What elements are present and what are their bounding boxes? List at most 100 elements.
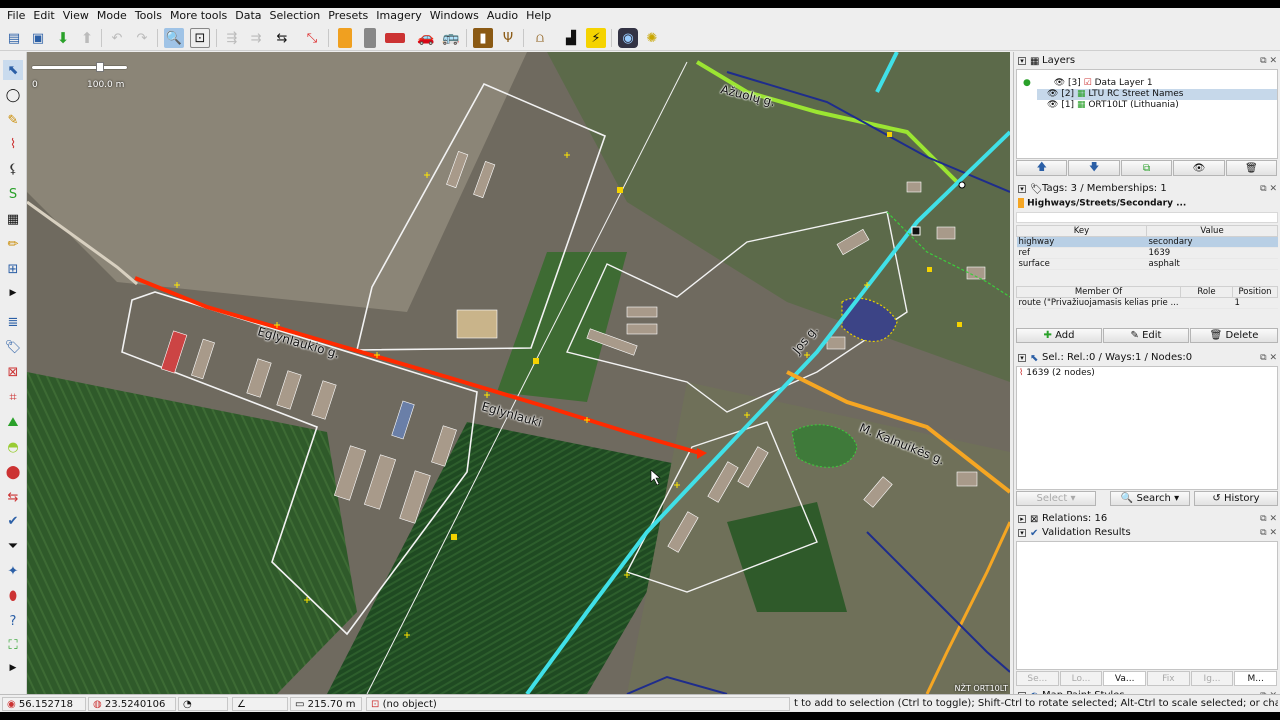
select-button[interactable]: Select ▾ (1016, 491, 1096, 506)
menu-imagery[interactable]: Imagery (372, 8, 425, 24)
visibility-icon[interactable]: 👁 (1047, 100, 1058, 110)
visibility-icon[interactable]: 👁 (1054, 78, 1065, 88)
collapse-icon[interactable]: ▾ (1018, 185, 1026, 193)
menu-view[interactable]: View (59, 8, 93, 24)
preset-car-icon[interactable]: 🚗 (416, 28, 436, 48)
selection-list-icon[interactable]: ⌗ (3, 387, 23, 407)
key-header[interactable]: Key (1016, 225, 1147, 237)
member-position[interactable]: 1 (1232, 297, 1278, 309)
panel-controls-icon[interactable]: ⧉ ✕ (1260, 182, 1277, 196)
menu-file[interactable]: File (3, 8, 29, 24)
menu-tools[interactable]: Tools (131, 8, 166, 24)
reverse-way-icon[interactable]: ⇆ (272, 28, 292, 48)
menu-data[interactable]: Data (231, 8, 265, 24)
lasso-mode-icon[interactable]: ◯ (3, 85, 23, 105)
collapse-icon[interactable]: ▾ (1018, 529, 1026, 537)
layer-row-street-names[interactable]: 👁 [2] ▦ LTU RC Street Names (1037, 89, 1277, 100)
move-up-icon[interactable]: 🡅 (1016, 160, 1068, 176)
panel-controls-icon[interactable]: ⧉ ✕ (1260, 526, 1277, 540)
menu-help[interactable]: Help (522, 8, 555, 24)
panel-controls-icon[interactable]: ⧉ ✕ (1260, 351, 1277, 365)
member-of[interactable]: route ("Privažiuojamasis kelias prie ... (1016, 297, 1181, 309)
more-panels-arrow-icon[interactable]: ▶ (3, 658, 23, 678)
tag-value[interactable]: secondary (1146, 236, 1278, 248)
preset-bus-icon[interactable]: 🚌 (441, 28, 461, 48)
membership-row[interactable]: route ("Privažiuojamasis kelias prie ...… (1016, 297, 1278, 309)
zoom-icon[interactable]: 🔍 (164, 28, 184, 48)
map-scale[interactable]: 0 100.0 m (32, 58, 132, 90)
lookup-button[interactable]: Lo... (1059, 671, 1103, 686)
tag-value[interactable]: asphalt (1146, 258, 1278, 270)
conflict-icon[interactable]: ⇆ (3, 487, 23, 507)
building-icon[interactable]: ▦ (3, 209, 23, 229)
tags-table[interactable]: Key Value highway secondary ref 1639 surfac… (1016, 225, 1278, 270)
tag-key[interactable]: surface (1016, 258, 1147, 270)
panel-controls-icon[interactable]: ⧉ ✕ (1260, 512, 1277, 526)
parallel-way-icon[interactable]: ⚸ (3, 159, 23, 179)
search-button[interactable]: 🔍 Search ▾ (1110, 491, 1190, 506)
member-role[interactable] (1180, 297, 1233, 309)
validation-results-list[interactable] (1016, 541, 1278, 670)
pencil-icon[interactable]: ✏ (3, 234, 23, 254)
layer-list[interactable]: ● 👁 [3] ☑ Data Layer 1 👁 [2] ▦ LTU RC St… (1016, 69, 1278, 159)
preset-industrial-icon[interactable]: ▟ (561, 28, 581, 48)
fix-button[interactable]: Fix (1147, 671, 1190, 686)
map-icon[interactable]: ⛰ (3, 412, 23, 432)
map-canvas[interactable] (27, 52, 1010, 694)
orthogonalize-icon[interactable]: ⤡ (302, 28, 322, 48)
selection-panel-title[interactable]: ▾ ⬉ Sel.: Rel.:0 / Ways:1 / Nodes:0 ⧉ ✕ (1014, 351, 1280, 365)
more-tools-arrow-icon[interactable]: ▶ (3, 283, 23, 303)
redo-icon[interactable]: ↷ (132, 28, 152, 48)
edit-tag-button[interactable]: ✎ Edit (1103, 328, 1189, 343)
menu-windows[interactable]: Windows (426, 8, 483, 24)
history-button[interactable]: ↺ History (1194, 491, 1278, 506)
split-way-icon[interactable]: ⇶ (222, 28, 242, 48)
select-mode-icon[interactable]: ⬉ (3, 60, 23, 80)
imagery-icon[interactable]: ◓ (3, 437, 23, 457)
preset-restaurant-icon[interactable]: Ψ (498, 28, 518, 48)
expand-icon[interactable]: ▸ (1018, 515, 1026, 523)
visibility-icon[interactable]: 👁 (1047, 89, 1058, 99)
tag-row[interactable]: surface asphalt (1016, 258, 1278, 270)
member-header[interactable]: Member Of (1016, 286, 1181, 298)
paint-filter-icon[interactable]: ⏷ (3, 536, 23, 556)
collapse-icon[interactable]: ▾ (1018, 354, 1026, 362)
ignore-button[interactable]: Ig... (1190, 671, 1234, 686)
layer-list-icon[interactable]: ≣ (3, 312, 23, 332)
add-tag-button[interactable]: ✚ Add (1016, 328, 1102, 343)
upload-icon[interactable]: ⬆ (77, 28, 97, 48)
zoom-slider-handle[interactable] (96, 62, 104, 72)
menu-presets[interactable]: Presets (324, 8, 372, 24)
move-down-icon[interactable]: 🡇 (1068, 160, 1120, 176)
relations-panel-title[interactable]: ▸ ⊠ Relations: 16 ⧉ ✕ (1014, 512, 1280, 526)
menu-audio[interactable]: Audio (483, 8, 522, 24)
menu-selection[interactable]: Selection (266, 8, 325, 24)
delete-tag-button[interactable]: 🗑 Delete (1190, 328, 1278, 343)
relation-icon[interactable]: ⊠ (3, 362, 23, 382)
map-view[interactable]: Ažuolų g. Eglynlaukio g. Eglynlauki M. K… (27, 52, 1010, 694)
tag-key[interactable]: ref (1016, 247, 1147, 259)
help-icon[interactable]: ? (3, 611, 23, 631)
membership-table[interactable]: Member Of Role Position route ("Privažiuoj… (1016, 286, 1278, 309)
role-header[interactable]: Role (1180, 286, 1233, 298)
preset-traffic-light-icon[interactable] (364, 28, 376, 48)
tag-value[interactable]: 1639 (1146, 247, 1278, 259)
download-icon[interactable]: ⬇ (53, 28, 73, 48)
merge-layer-icon[interactable]: ⧉ (1120, 160, 1173, 176)
layer-row-ortho[interactable]: 👁 [1] ▦ ORT10LT (Lithuania) (1047, 100, 1179, 111)
toggle-visibility-icon[interactable]: 👁 (1173, 160, 1225, 176)
more-button[interactable]: M... (1234, 671, 1278, 686)
selection-list[interactable]: ⌇ 1639 (2 nodes) (1016, 366, 1278, 490)
imagery-offset-icon[interactable]: ◉ (618, 28, 638, 48)
plugin-icon[interactable]: ✺ (642, 28, 662, 48)
preset-tower-icon[interactable] (338, 28, 352, 48)
draw-mode-icon[interactable]: ✎ (3, 110, 23, 130)
validation-panel-title[interactable]: ▾ ✔ Validation Results ⧉ ✕ (1014, 526, 1280, 540)
tag-row[interactable]: highway secondary (1016, 236, 1278, 248)
follow-line-icon[interactable]: S (3, 184, 23, 204)
selection-item[interactable]: ⌇ 1639 (2 nodes) (1019, 368, 1095, 378)
validator-icon[interactable]: ✔ (3, 511, 23, 531)
preset-barrier-icon[interactable] (385, 33, 405, 43)
preferences-icon[interactable]: ⊡ (190, 28, 210, 48)
menu-mode[interactable]: Mode (93, 8, 131, 24)
